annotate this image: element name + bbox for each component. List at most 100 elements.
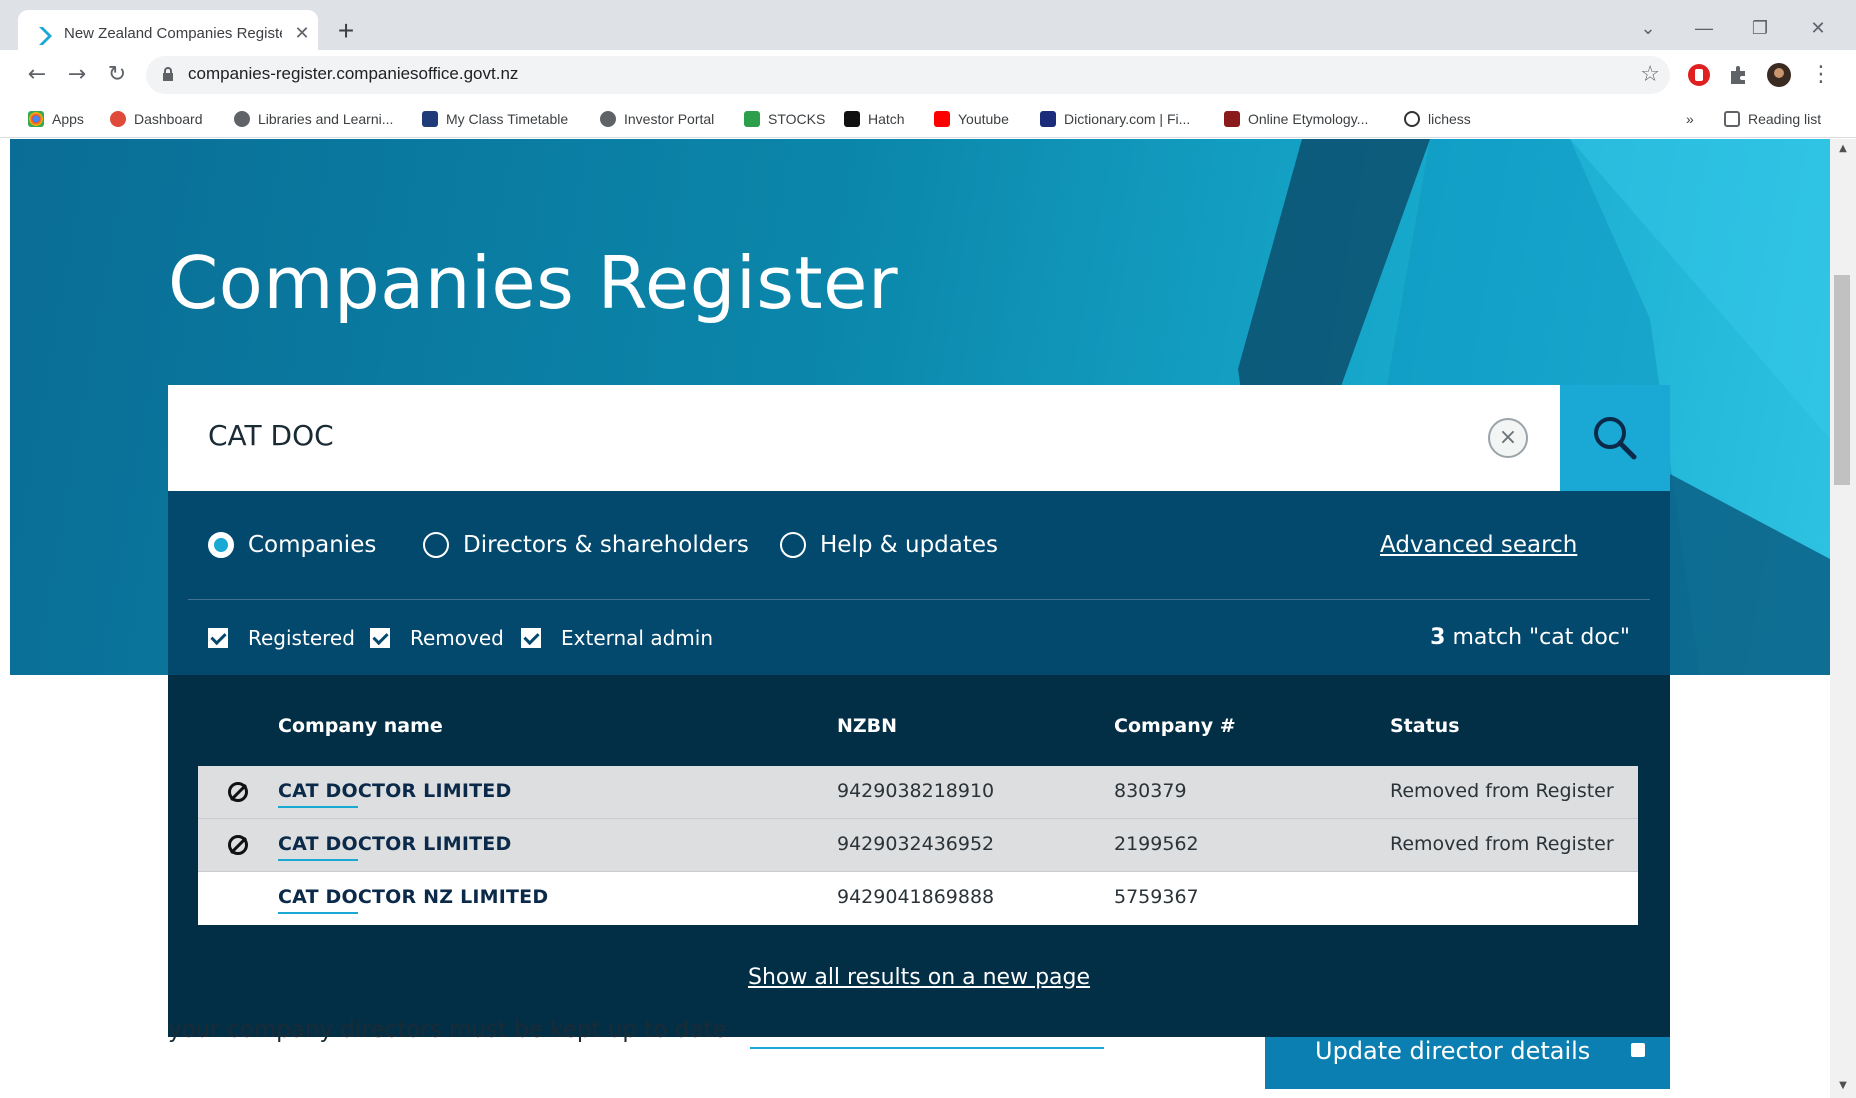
- nzbn-value: 9429041869888: [837, 886, 995, 908]
- bookmark-apps[interactable]: Apps: [28, 108, 84, 130]
- filter-divider: [188, 599, 1650, 600]
- browser-toolbar: ← → ↻ companies-register.companiesoffice…: [0, 50, 1856, 100]
- globe-icon: [234, 111, 250, 127]
- table-row[interactable]: CAT DOCTOR LIMITED 9429038218910 830379 …: [198, 766, 1638, 819]
- tab-search-chevron-icon[interactable]: ⌄: [1628, 14, 1668, 42]
- dictionary-icon: [1040, 111, 1056, 127]
- clear-search-icon[interactable]: ×: [1488, 418, 1528, 458]
- status-value: Removed from Register: [1390, 780, 1614, 802]
- minimize-button[interactable]: —: [1684, 14, 1724, 42]
- menu-kebab-icon[interactable]: ⋮: [1806, 60, 1836, 90]
- page-viewport: Companies Register CAT DOC × Companies D…: [10, 139, 1830, 1098]
- table-row[interactable]: CAT DOCTOR LIMITED 9429032436952 2199562…: [198, 819, 1638, 872]
- company-number-value: 5759367: [1114, 886, 1199, 908]
- forward-arrow-icon[interactable]: →: [62, 60, 92, 90]
- reading-list-button[interactable]: Reading list: [1724, 108, 1821, 130]
- radio-selected-icon: [208, 532, 234, 558]
- results-rows: CAT DOCTOR LIMITED 9429038218910 830379 …: [198, 766, 1638, 925]
- bookmark-dictionary[interactable]: Dictionary.com | Fi...: [1040, 108, 1190, 130]
- column-header-company-name[interactable]: Company name: [278, 715, 443, 737]
- scroll-up-arrow-icon[interactable]: ▲: [1830, 141, 1856, 157]
- reload-icon[interactable]: ↻: [102, 60, 132, 90]
- nzbn-value: 9429038218910: [837, 780, 995, 802]
- radio-directors-shareholders[interactable]: Directors & shareholders: [423, 527, 749, 563]
- content-link-underline[interactable]: [750, 1047, 1104, 1049]
- restore-button[interactable]: ❐: [1740, 14, 1780, 42]
- site-favicon-icon: [39, 27, 52, 45]
- bookmark-investor-portal[interactable]: Investor Portal: [600, 108, 714, 130]
- globe-icon: [600, 111, 616, 127]
- dashboard-icon: [110, 111, 126, 127]
- lock-icon: [163, 67, 173, 81]
- etymology-icon: [1224, 111, 1240, 127]
- tab-close-icon[interactable]: ✕: [290, 22, 314, 46]
- search-input[interactable]: CAT DOC ×: [168, 385, 1560, 491]
- bookmark-lichess[interactable]: lichess: [1404, 108, 1471, 130]
- checkbox-checked-icon: [208, 628, 228, 648]
- bookmark-youtube[interactable]: Youtube: [934, 108, 1009, 130]
- radio-help-updates[interactable]: Help & updates: [780, 527, 998, 563]
- show-all-results-link[interactable]: Show all results on a new page: [168, 965, 1670, 990]
- directors-info-text: your company directors must be kept up t…: [168, 1017, 727, 1043]
- status-value: Removed from Register: [1390, 833, 1614, 855]
- radio-empty-icon: [423, 532, 449, 558]
- results-table: Company name NZBN Company # Status CAT D…: [168, 675, 1670, 1037]
- apps-grid-icon: [28, 111, 44, 127]
- company-number-value: 830379: [1114, 780, 1187, 802]
- nzbn-value: 9429032436952: [837, 833, 995, 855]
- company-name-link[interactable]: CAT DOCTOR LIMITED: [278, 780, 511, 808]
- lichess-knight-icon: [1404, 111, 1420, 127]
- radio-empty-icon: [780, 532, 806, 558]
- column-header-status[interactable]: Status: [1390, 715, 1460, 737]
- padlock-icon: [1631, 1043, 1645, 1057]
- update-director-details-button[interactable]: Update director details: [1265, 1037, 1670, 1089]
- checkbox-removed[interactable]: Removed: [370, 623, 504, 653]
- radio-companies[interactable]: Companies: [208, 527, 376, 563]
- checkbox-external-admin[interactable]: External admin: [521, 623, 713, 653]
- search-button[interactable]: [1560, 385, 1670, 491]
- magnifier-icon: [1594, 417, 1637, 460]
- bookmark-hatch[interactable]: Hatch: [844, 108, 905, 130]
- youtube-icon: [934, 111, 950, 127]
- column-header-nzbn[interactable]: NZBN: [837, 715, 897, 737]
- bookmark-libraries[interactable]: Libraries and Learni...: [234, 108, 393, 130]
- removed-ban-icon: [228, 835, 248, 855]
- checkbox-registered[interactable]: Registered: [208, 623, 355, 653]
- back-arrow-icon[interactable]: ←: [22, 60, 52, 90]
- browser-window: New Zealand Companies Registe ✕ + ⌄ — ❐ …: [0, 0, 1856, 1098]
- column-header-company-number[interactable]: Company #: [1114, 715, 1236, 737]
- url-text: companies-register.companiesoffice.govt.…: [188, 64, 519, 83]
- window-close-button[interactable]: ✕: [1798, 14, 1838, 42]
- bookmark-dashboard[interactable]: Dashboard: [110, 108, 203, 130]
- hatch-icon: [844, 111, 860, 127]
- table-row[interactable]: CAT DOCTOR NZ LIMITED 9429041869888 5759…: [198, 872, 1638, 925]
- bookmark-star-icon[interactable]: ☆: [1640, 62, 1660, 88]
- reading-list-icon: [1724, 111, 1740, 127]
- search-filter-panel: Companies Directors & shareholders Help …: [168, 491, 1670, 675]
- company-number-value: 2199562: [1114, 833, 1199, 855]
- scroll-down-arrow-icon[interactable]: ▼: [1830, 1078, 1856, 1094]
- bookmark-timetable[interactable]: My Class Timetable: [422, 108, 568, 130]
- scrollbar-thumb[interactable]: [1834, 275, 1850, 485]
- advanced-search-link[interactable]: Advanced search: [1380, 527, 1577, 563]
- address-bar[interactable]: companies-register.companiesoffice.govt.…: [146, 56, 1670, 94]
- company-name-link[interactable]: CAT DOCTOR NZ LIMITED: [278, 886, 548, 914]
- bookmark-stocks[interactable]: STOCKS: [744, 108, 825, 130]
- checkbox-checked-icon: [521, 628, 541, 648]
- search-query-text: CAT DOC: [208, 419, 334, 452]
- bookmarks-overflow-button[interactable]: »: [1686, 108, 1694, 130]
- checkbox-checked-icon: [370, 628, 390, 648]
- extensions-puzzle-icon[interactable]: [1726, 62, 1752, 88]
- company-name-link[interactable]: CAT DOCTOR LIMITED: [278, 833, 511, 861]
- removed-ban-icon: [228, 782, 248, 802]
- bookmark-etymology[interactable]: Online Etymology...: [1224, 108, 1368, 130]
- page-scrollbar[interactable]: ▲ ▼: [1830, 139, 1856, 1098]
- new-tab-button[interactable]: +: [328, 16, 364, 46]
- match-count-label: 3 match "cat doc": [1430, 625, 1630, 650]
- adblock-extension-icon[interactable]: [1686, 62, 1712, 88]
- stocks-chart-icon: [744, 111, 760, 127]
- bookmarks-bar: Apps Dashboard Libraries and Learni... M…: [0, 100, 1856, 138]
- page-title: Companies Register: [168, 241, 899, 325]
- school-crest-icon: [422, 111, 438, 127]
- profile-avatar[interactable]: [1766, 62, 1792, 88]
